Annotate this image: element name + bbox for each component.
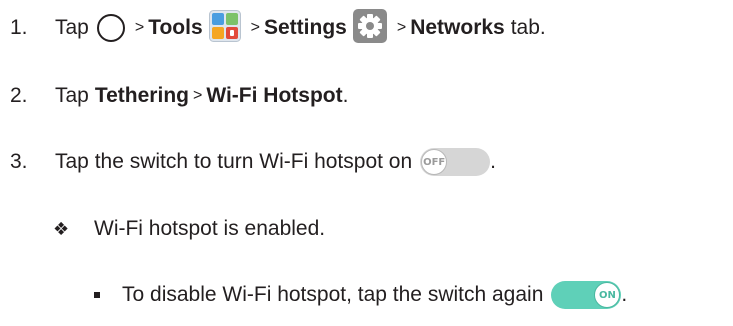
toggle-on-icon: ON	[551, 281, 622, 309]
sub-bullet-line: To disable Wi-Fi hotspot, tap the switch…	[0, 275, 733, 315]
home-circle-icon	[96, 14, 125, 42]
toggle-on-label: ON	[594, 282, 621, 308]
sub-bullet-text: To disable Wi-Fi hotspot, tap the switch…	[122, 281, 627, 309]
separator: >	[192, 87, 203, 104]
step-2: 2. Tap Tethering > Wi-Fi Hotspot .	[0, 76, 733, 116]
settings-label: Settings	[264, 16, 347, 39]
tap-word: Tap	[55, 84, 89, 107]
tethering-label: Tethering	[94, 84, 189, 107]
separator: >	[134, 19, 145, 36]
disable-text: To disable Wi-Fi hotspot, tap the switch…	[122, 283, 544, 306]
step-text: Tap Tethering > Wi-Fi Hotspot .	[55, 84, 348, 108]
square-bullet-icon	[94, 292, 100, 298]
separator: >	[250, 19, 260, 36]
step-text: Tap > Tools > Settings > Networks tab.	[55, 9, 546, 45]
step-3: 3. Tap the switch to turn Wi-Fi hotspot …	[0, 142, 733, 182]
step-number: 2.	[10, 84, 28, 107]
tools-folder-icon	[208, 10, 241, 42]
tools-label: Tools	[148, 16, 203, 39]
settings-gear-icon	[352, 9, 387, 43]
toggle-off-label: OFF	[421, 149, 448, 175]
period: .	[490, 150, 496, 173]
result-line: ❖ Wi-Fi hotspot is enabled.	[0, 209, 733, 249]
toggle-off-icon: OFF	[420, 148, 491, 176]
period: .	[342, 84, 349, 107]
step-number: 3.	[10, 150, 28, 173]
tap-word: Tap	[55, 16, 89, 39]
step-number: 1.	[10, 16, 28, 39]
tab-word: tab.	[510, 16, 546, 39]
step-text: Tap the switch to turn Wi-Fi hotspot on …	[55, 148, 496, 176]
diamond-bullet-icon: ❖	[53, 218, 70, 239]
result-text: Wi-Fi hotspot is enabled.	[94, 217, 326, 240]
wifi-hotspot-label: Wi-Fi Hotspot	[206, 84, 343, 107]
networks-label: Networks	[410, 16, 505, 39]
step-3-text: Tap the switch to turn Wi-Fi hotspot on	[55, 150, 413, 173]
period: .	[621, 283, 628, 306]
step-1: 1. Tap > Tools > Settings > Networks tab…	[0, 8, 733, 48]
separator: >	[396, 19, 407, 36]
